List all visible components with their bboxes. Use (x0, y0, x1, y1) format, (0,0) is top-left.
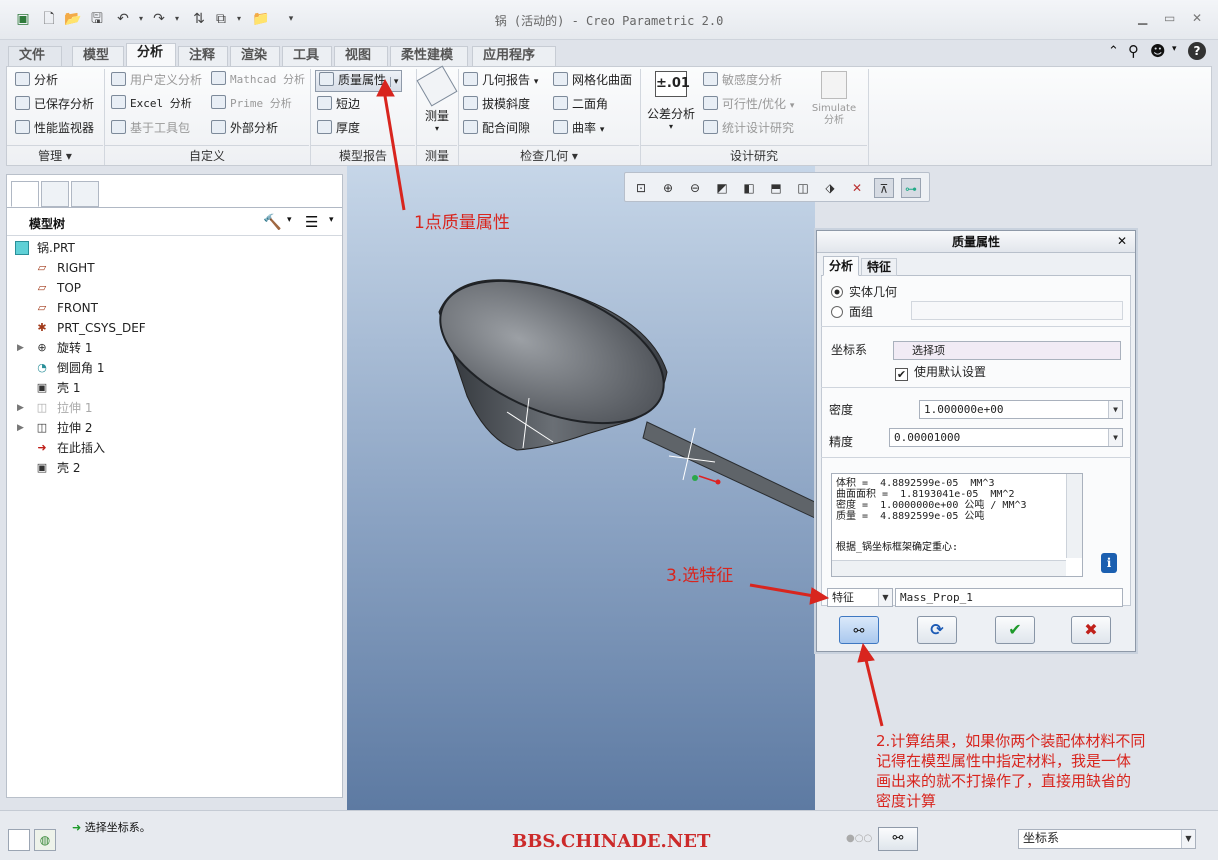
status-bar: ◍ ➜ 选择坐标系。 BBS.CHINADE.NET ●○○ ⚯ 坐标系 ▼ (0, 810, 1218, 860)
status-message: ➜ 选择坐标系。 (72, 821, 151, 834)
selection-filter[interactable]: 坐标系 ▼ (1018, 829, 1196, 849)
binoculars-icon: ⚯ (892, 831, 904, 846)
find-button[interactable]: ⚯ (878, 827, 918, 851)
browser-icon[interactable]: ◍ (34, 829, 56, 851)
chevron-down-icon[interactable]: ▼ (1181, 830, 1195, 848)
regen-indicator-icon: ●○○ (846, 833, 873, 844)
annotation-step-2: 2.计算结果，如果你两个装配体材料不同 记得在模型属性中指定材料，我是一体 画出… (876, 732, 1146, 810)
annotation-step-1: 1点质量属性 (414, 213, 510, 233)
prompt-arrow-icon: ➜ (72, 821, 82, 834)
watermark: BBS.CHINADE.NET (512, 831, 711, 852)
annotation-step-3: 3.选特征 (666, 566, 734, 586)
show-model-tree-icon[interactable] (8, 829, 30, 851)
